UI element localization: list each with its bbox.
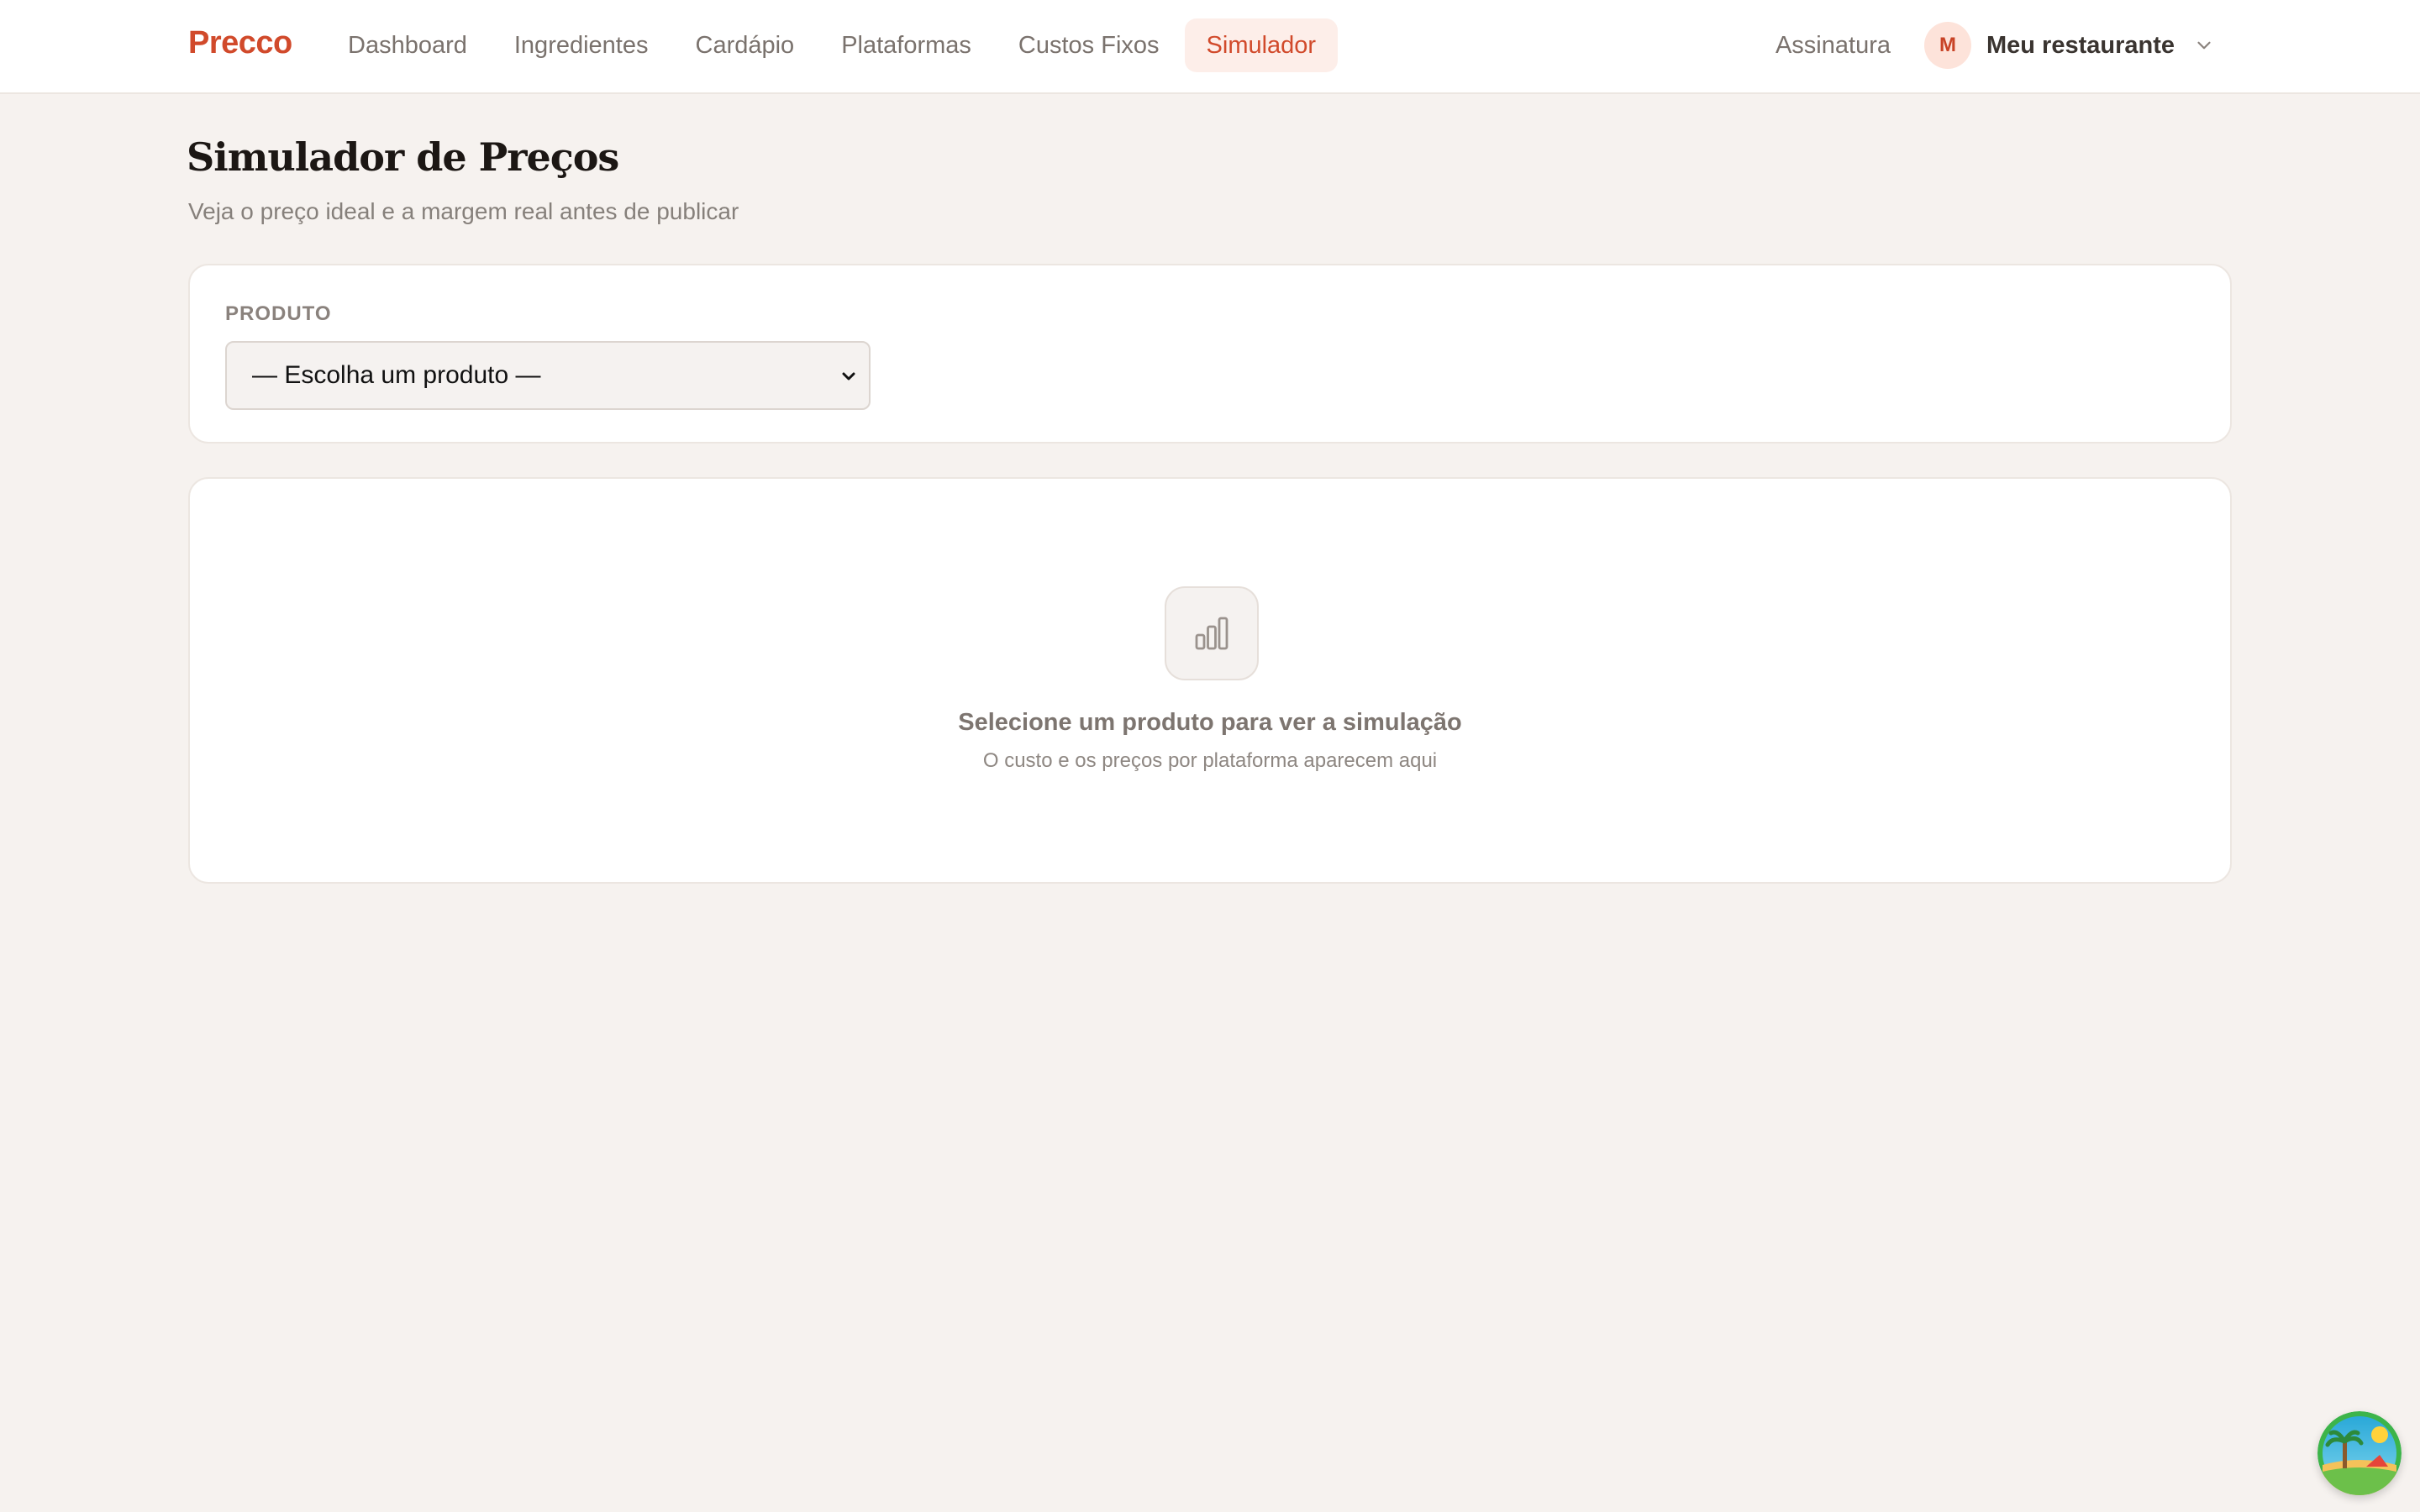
- nav-item-dashboard[interactable]: Dashboard: [326, 18, 489, 72]
- nav-item-plataformas[interactable]: Plataformas: [819, 18, 993, 72]
- nav-item-ingredientes[interactable]: Ingredientes: [492, 18, 671, 72]
- nav-item-custos-fixos[interactable]: Custos Fixos: [997, 18, 1181, 72]
- top-navbar: Precco Dashboard Ingredientes Cardápio P…: [0, 0, 2420, 94]
- empty-state-description: O custo e os preços por plataforma apare…: [982, 749, 1438, 772]
- page-title: Simulador de Preços: [187, 134, 619, 180]
- chevron-down-icon: [842, 372, 855, 381]
- subscription-link[interactable]: Assinatura: [1754, 18, 1912, 72]
- product-select-value: — Escolha um produto —: [252, 361, 541, 389]
- bar-chart-icon: [1195, 617, 1228, 650]
- empty-state-title: Selecione um produto para ver a simulaçã…: [958, 709, 1462, 736]
- nav-item-cardapio[interactable]: Cardápio: [674, 18, 817, 72]
- floating-beach-badge-icon[interactable]: [2317, 1411, 2402, 1495]
- account-menu[interactable]: M Meu restaurante: [1923, 18, 2215, 72]
- product-field-label: PRODUTO: [225, 302, 332, 325]
- brand-logo[interactable]: Precco: [188, 25, 292, 61]
- nav-item-simulador[interactable]: Simulador: [1184, 18, 1339, 72]
- chevron-down-icon: [2197, 41, 2211, 50]
- product-select[interactable]: — Escolha um produto —: [225, 341, 871, 410]
- account-name: Meu restaurante: [1986, 31, 2175, 59]
- empty-state-icon-container: [1165, 586, 1259, 680]
- header-right: Assinatura M Meu restaurante: [1754, 18, 2215, 72]
- avatar: M: [1923, 22, 1971, 69]
- main-nav: Dashboard Ingredientes Cardápio Platafor…: [326, 18, 1339, 72]
- simulation-empty-state: Selecione um produto para ver a simulaçã…: [188, 477, 2232, 884]
- product-card: PRODUTO — Escolha um produto —: [188, 264, 2232, 444]
- page-subtitle: Veja o preço ideal e a margem real antes…: [188, 198, 739, 224]
